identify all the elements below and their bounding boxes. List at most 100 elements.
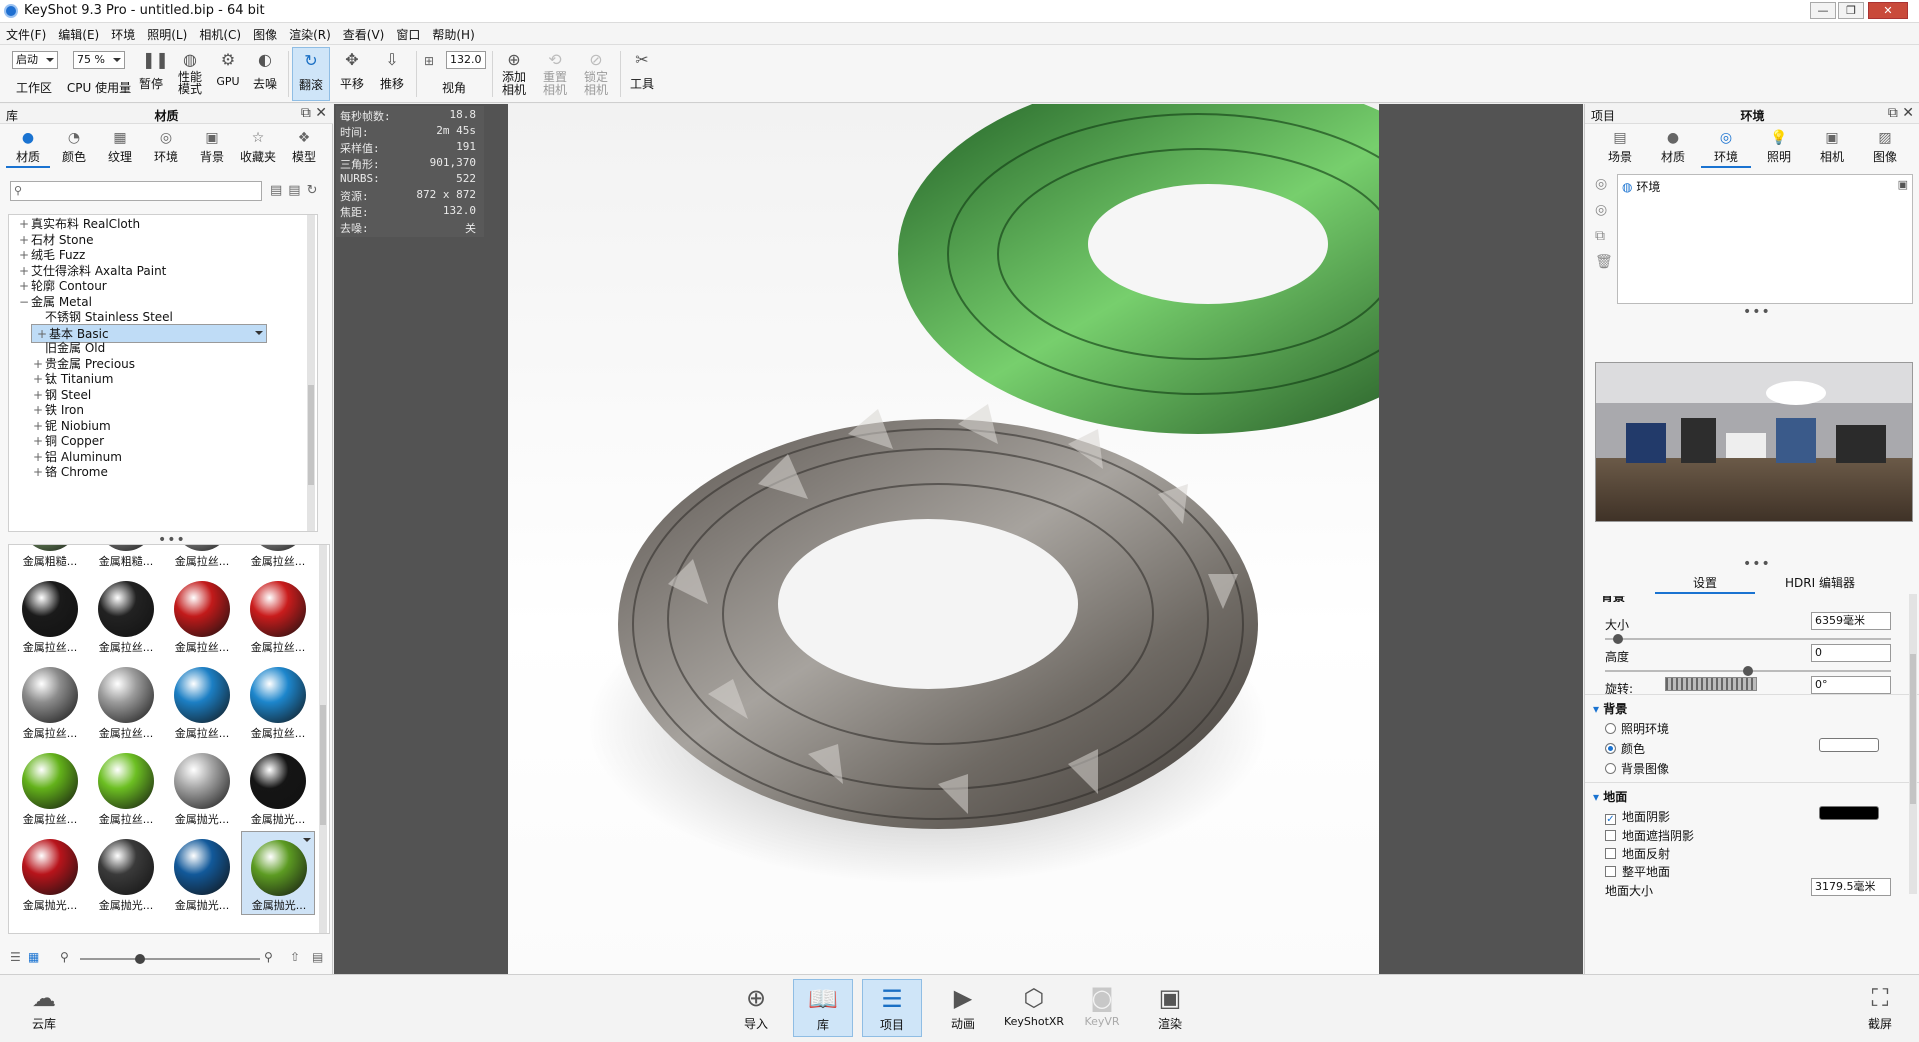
material-thumbnail[interactable]: 金属抛光... xyxy=(241,745,315,829)
tab-materials[interactable]: ● 材质 xyxy=(6,128,50,168)
size-input[interactable]: 6359毫米 xyxy=(1811,612,1891,630)
hdri-preview[interactable] xyxy=(1595,362,1913,522)
minimize-button[interactable]: — xyxy=(1810,2,1836,19)
splitter-handle-icon-2[interactable]: ••• xyxy=(1743,556,1771,572)
material-thumbnail[interactable]: 金属拉丝... xyxy=(241,659,315,743)
height-slider-knob[interactable] xyxy=(1743,666,1753,676)
tab-scene[interactable]: ▤ 场景 xyxy=(1595,128,1645,168)
tumble-button[interactable]: ↻ 翻滚 xyxy=(292,47,330,101)
maximize-button[interactable]: ❐ xyxy=(1838,2,1864,19)
rotation-input[interactable]: 0° xyxy=(1811,676,1891,694)
settings-scrollbar[interactable] xyxy=(1909,594,1917,894)
lock-camera-button[interactable]: ⊘ 锁定 相机 xyxy=(578,47,614,101)
background-color-swatch[interactable] xyxy=(1819,738,1879,752)
list-view-icon[interactable]: ☰ xyxy=(10,950,21,964)
library-close-icon[interactable]: ⧉ ✕ xyxy=(301,105,327,121)
grid-view-icon[interactable]: ▦ xyxy=(28,950,39,964)
size-slider-knob[interactable] xyxy=(1613,634,1624,644)
section-ground[interactable]: 地面 xyxy=(1593,788,1627,805)
render-viewport[interactable]: 每秒帧数: 18.8 时间: 2m 45s 采样值: 191 三角形: 901,370 NURB… xyxy=(334,104,1583,974)
menu-edit[interactable]: 编辑(E) xyxy=(52,23,105,43)
material-thumbnail[interactable]: 金属抛光... xyxy=(165,831,239,915)
ground-reflection-checkbox[interactable]: 地面反射 xyxy=(1605,845,1670,862)
menu-lighting[interactable]: 照明(L) xyxy=(141,23,193,43)
gpu-button[interactable]: ⚙ GPU xyxy=(212,47,244,101)
material-thumbnail[interactable]: 金属拉丝... xyxy=(165,659,239,743)
material-thumbnail[interactable]: 金属抛光... xyxy=(13,831,87,915)
material-thumbnail[interactable]: 金属抛光... xyxy=(89,831,163,915)
material-thumbnail[interactable]: 金属拉丝... xyxy=(13,659,87,743)
menu-image[interactable]: 图像 xyxy=(247,23,283,43)
ground-size-input[interactable]: 3179.5毫米 xyxy=(1811,878,1891,896)
keyshotxr-button[interactable]: ⬡ KeyShotXR xyxy=(1002,979,1066,1037)
menu-help[interactable]: 帮助(H) xyxy=(426,23,480,43)
tab-camera[interactable]: ▣ 相机 xyxy=(1807,128,1857,168)
material-thumbnail[interactable]: 金属粗糙... xyxy=(89,545,163,571)
add-camera-button[interactable]: ⊕ 添加 相机 xyxy=(496,47,532,101)
height-input[interactable]: 0 xyxy=(1811,644,1891,662)
menu-camera[interactable]: 相机(C) xyxy=(193,23,247,43)
performance-mode-button[interactable]: ◍ 性能 模式 xyxy=(172,47,208,101)
close-button[interactable]: ✕ xyxy=(1868,2,1908,19)
denoise-button[interactable]: ◐ 去噪 xyxy=(248,47,282,101)
render-button[interactable]: ▣ 渲染 xyxy=(1140,979,1200,1037)
menu-window[interactable]: 窗口 xyxy=(390,23,426,43)
menu-render[interactable]: 渲染(R) xyxy=(283,23,337,43)
tree-item[interactable]: + 铬 Chrome xyxy=(31,463,267,482)
material-thumbnail[interactable]: 金属拉丝... xyxy=(165,573,239,657)
upload-icon[interactable]: ⇧ xyxy=(290,950,300,964)
tab-backgrounds[interactable]: ▣ 背景 xyxy=(190,128,234,168)
menu-file[interactable]: 文件(F) xyxy=(0,23,52,43)
tab-favorites[interactable]: ☆ 收藏夹 xyxy=(236,128,280,168)
bg-option-color[interactable]: 颜色 xyxy=(1605,740,1645,757)
thumbnail-size-slider[interactable] xyxy=(80,954,260,964)
library-folder-icons[interactable]: ▤▤↻ xyxy=(270,183,323,198)
tab-material[interactable]: ● 材质 xyxy=(1648,128,1698,168)
rotation-dial[interactable] xyxy=(1665,677,1757,691)
section-background[interactable]: 背景 xyxy=(1593,700,1627,717)
bg-option-image[interactable]: 背景图像 xyxy=(1605,760,1669,777)
tab-environments[interactable]: ◎ 环境 xyxy=(144,128,188,168)
add-environment-icon[interactable]: ◎ xyxy=(1595,176,1607,192)
material-thumbnail[interactable]: 金属抛光... xyxy=(241,831,315,915)
copy-environment-icon[interactable]: ⧉ xyxy=(1595,228,1605,244)
material-thumbnail[interactable]: 金属拉丝... xyxy=(241,545,315,571)
environment-list-item[interactable]: ◍ 环境 xyxy=(1622,178,1660,195)
material-thumbnail[interactable]: 金属拉丝... xyxy=(89,573,163,657)
tab-colors[interactable]: ◔ 颜色 xyxy=(52,128,96,168)
size-slider[interactable] xyxy=(1605,634,1891,644)
slider-knob[interactable] xyxy=(135,954,145,964)
render-canvas[interactable] xyxy=(508,104,1379,974)
tab-environment[interactable]: ◎ 环境 xyxy=(1701,128,1751,168)
cloud-library-button[interactable]: ☁ 云库 xyxy=(14,979,74,1037)
keyvr-button[interactable]: ◙ KeyVR xyxy=(1072,979,1132,1037)
duplicate-environment-icon[interactable]: ◎ xyxy=(1595,202,1607,218)
tab-models[interactable]: ❖ 模型 xyxy=(282,128,326,168)
delete-environment-icon[interactable]: 🗑 xyxy=(1595,254,1613,270)
material-thumbnail[interactable]: 金属抛光... xyxy=(165,745,239,829)
animation-button[interactable]: ▶ 动画 xyxy=(933,979,993,1037)
import-button[interactable]: ⊕ 导入 xyxy=(726,979,786,1037)
tab-textures[interactable]: ▦ 纹理 xyxy=(98,128,142,168)
tree-scrollbar[interactable] xyxy=(307,215,315,531)
expand-icon[interactable]: + xyxy=(31,463,45,482)
splitter-handle-icon[interactable]: ••• xyxy=(1743,304,1771,320)
dolly-button[interactable]: ⇩ 推移 xyxy=(374,47,410,101)
tab-settings[interactable]: 设置 xyxy=(1655,574,1755,594)
flatten-ground-checkbox[interactable]: 整平地面 xyxy=(1605,863,1670,880)
collapse-icon[interactable]: − xyxy=(17,293,31,312)
material-thumbnail[interactable]: 金属拉丝... xyxy=(241,573,315,657)
library-search-input[interactable]: ⚲ xyxy=(10,181,262,201)
lock-icon[interactable]: ▣ xyxy=(1898,178,1908,191)
material-thumbnail[interactable]: 金属拉丝... xyxy=(89,659,163,743)
tools-button[interactable]: ✂ 工具 xyxy=(624,47,660,101)
bg-option-lighting[interactable]: 照明环境 xyxy=(1605,720,1669,737)
material-thumbnail[interactable]: 金属拉丝... xyxy=(165,545,239,571)
material-thumbnail[interactable]: 金属拉丝... xyxy=(13,745,87,829)
folder-icon[interactable]: ▤ xyxy=(312,950,323,964)
material-thumbnail[interactable]: 金属拉丝... xyxy=(13,573,87,657)
screenshot-button[interactable]: ⛶ 截屏 xyxy=(1850,979,1910,1037)
shadow-color-swatch[interactable] xyxy=(1819,806,1879,820)
tab-image[interactable]: ▨ 图像 xyxy=(1860,128,1910,168)
zoom-out-icon[interactable]: ⚲ xyxy=(60,950,69,964)
